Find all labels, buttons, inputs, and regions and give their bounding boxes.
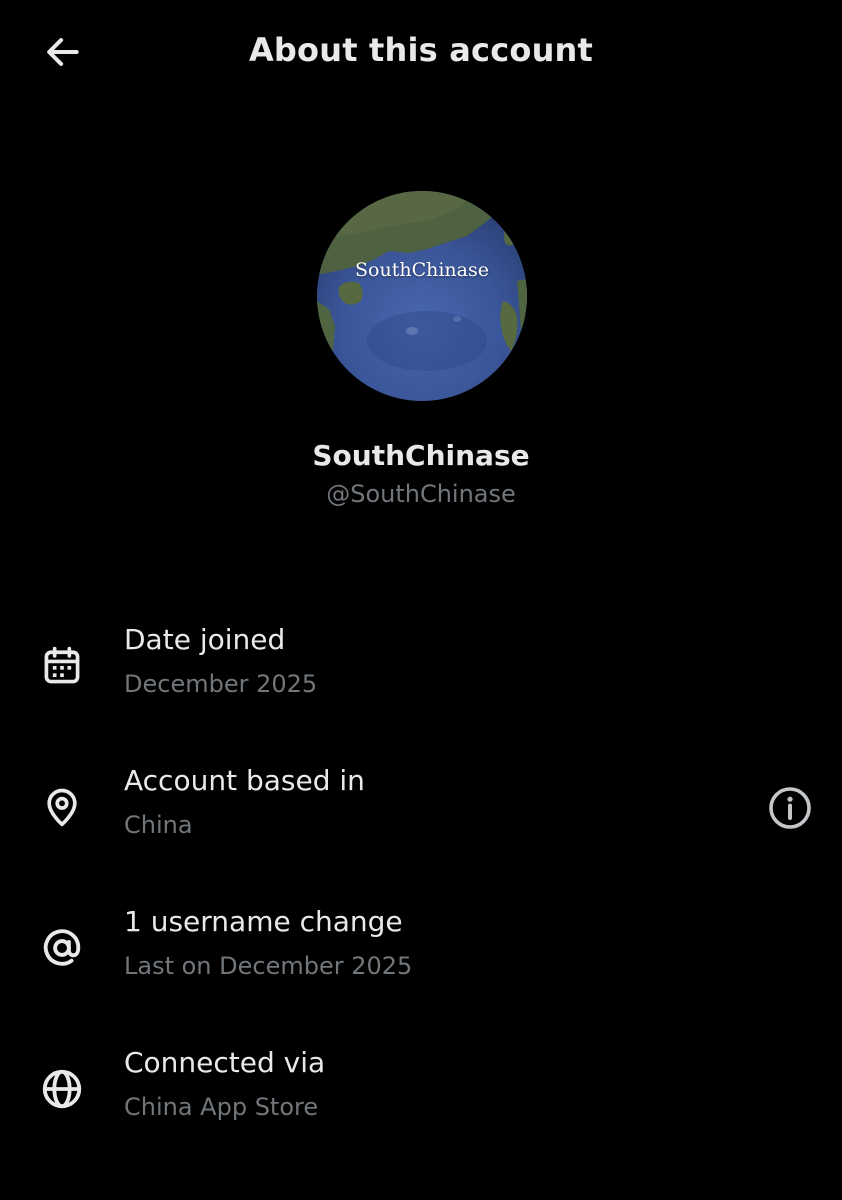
avatar-label: SouthChinase [355,259,489,281]
top-bar: About this account [0,0,842,100]
calendar-icon [36,640,88,692]
account-based-in-value: China [124,811,193,839]
date-joined-row: Date joined December 2025 [0,620,842,720]
username-change-label: 1 username change [124,905,403,938]
info-icon [769,787,811,829]
account-based-in-label: Account based in [124,764,365,797]
date-joined-label: Date joined [124,623,286,656]
location-pin-icon [36,781,88,833]
connected-via-row: Connected via China App Store [0,1043,842,1143]
date-joined-value: December 2025 [124,670,318,698]
about-account-screen: About this account SouthChinase SouthChi… [0,0,842,1200]
account-based-in-row: Account based in China [0,761,842,861]
username-handle: @SouthChinase [326,480,516,508]
at-sign-icon [36,922,88,974]
connected-via-label: Connected via [124,1046,326,1079]
avatar[interactable]: SouthChinase [317,191,527,401]
connected-via-value: China App Store [124,1093,319,1121]
username-change-row: 1 username change Last on December 2025 [0,902,842,1002]
map-image [317,191,527,401]
display-name: SouthChinase [312,439,530,472]
info-button[interactable] [764,782,816,834]
page-title: About this account [248,31,594,69]
username-change-value: Last on December 2025 [124,952,413,980]
globe-icon [36,1063,88,1115]
